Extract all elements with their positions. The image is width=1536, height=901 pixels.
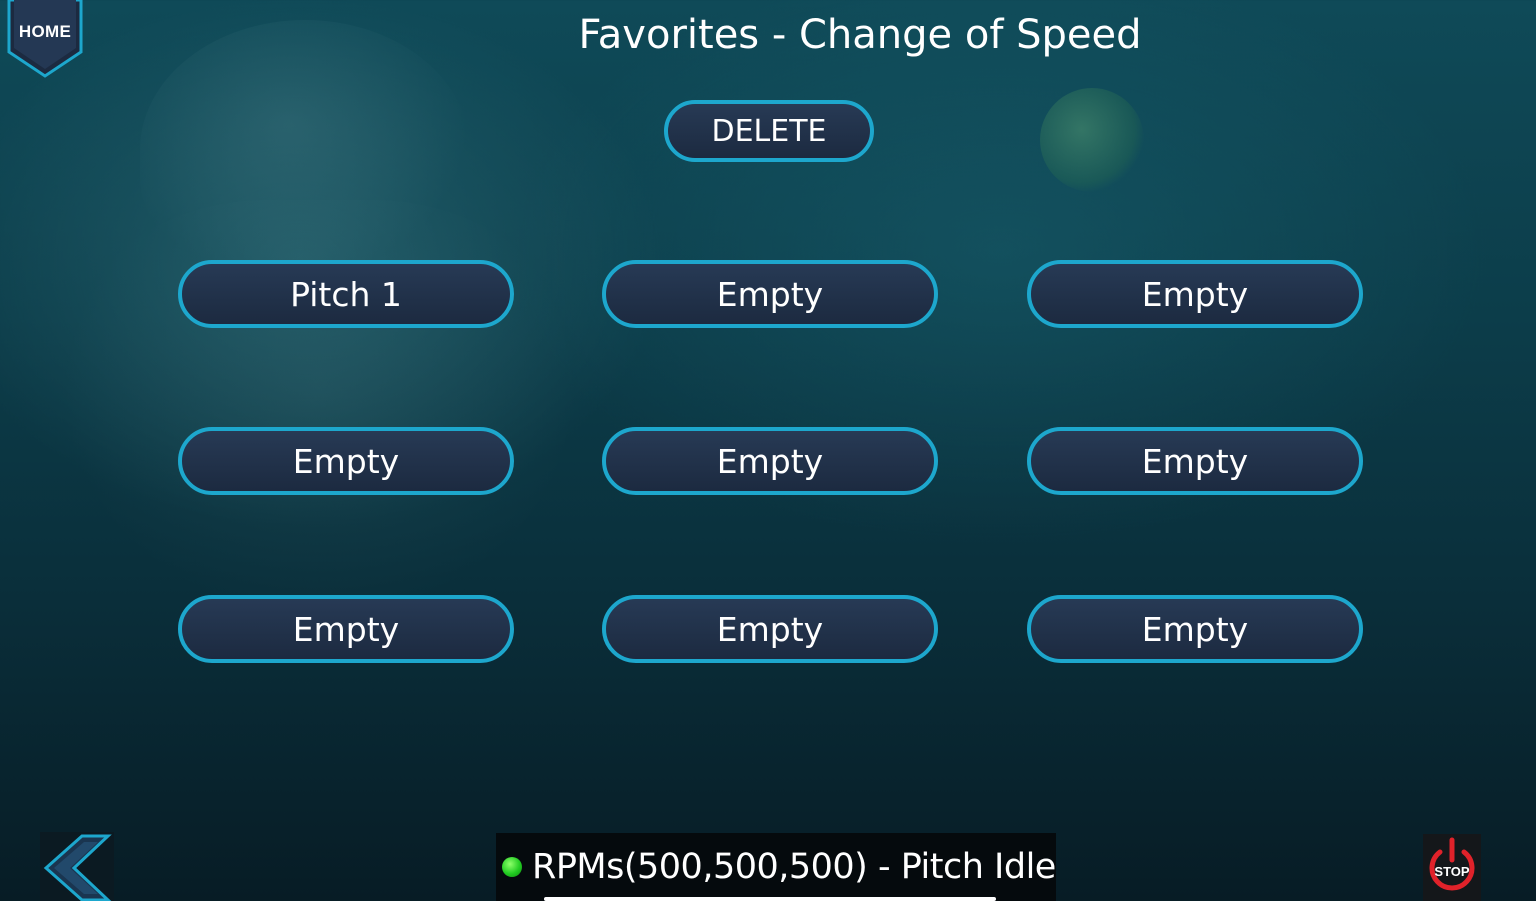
stop-button[interactable]: STOP	[1423, 834, 1481, 901]
favorite-slot-8[interactable]: Empty	[602, 595, 938, 663]
background-softball	[1040, 88, 1144, 192]
home-button[interactable]: HOME	[6, 0, 84, 78]
background-player-helmet	[140, 20, 470, 280]
favorite-slot-5[interactable]: Empty	[602, 427, 938, 495]
status-underline	[544, 897, 996, 901]
page-title: Favorites - Change of Speed	[578, 12, 1142, 58]
favorite-slot-4[interactable]: Empty	[178, 427, 514, 495]
stop-label: STOP	[1434, 864, 1470, 879]
status-indicator-dot	[502, 857, 522, 877]
favorite-slot-7[interactable]: Empty	[178, 595, 514, 663]
favorite-slot-2[interactable]: Empty	[602, 260, 938, 328]
favorite-slot-3[interactable]: Empty	[1027, 260, 1363, 328]
back-button[interactable]	[40, 832, 114, 901]
status-bar: RPMs(500,500,500) - Pitch Idle	[496, 833, 1056, 901]
favorite-slot-1[interactable]: Pitch 1	[178, 260, 514, 328]
favorite-slot-6[interactable]: Empty	[1027, 427, 1363, 495]
status-text: RPMs(500,500,500) - Pitch Idle	[532, 847, 1056, 887]
home-label: HOME	[18, 22, 72, 41]
delete-button[interactable]: DELETE	[664, 100, 874, 162]
favorite-slot-9[interactable]: Empty	[1027, 595, 1363, 663]
chevron-left-icon	[43, 834, 112, 901]
